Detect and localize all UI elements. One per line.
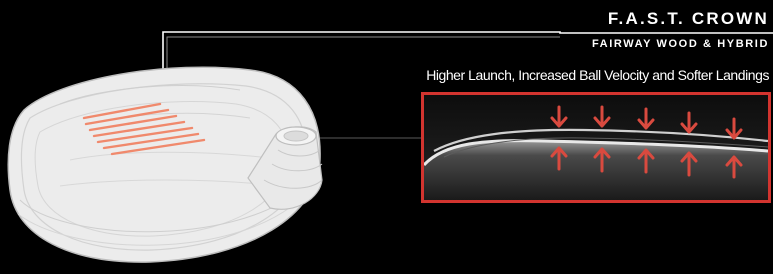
page-subtitle: FAIRWAY WOOD & HYBRID: [591, 38, 769, 50]
cross-section-image: [424, 95, 768, 200]
crown-cross-section-panel: [421, 92, 771, 203]
page-title: F.A.S.T. CROWN: [607, 9, 769, 28]
benefits-tagline: Higher Launch, Increased Ball Velocity a…: [426, 67, 769, 83]
